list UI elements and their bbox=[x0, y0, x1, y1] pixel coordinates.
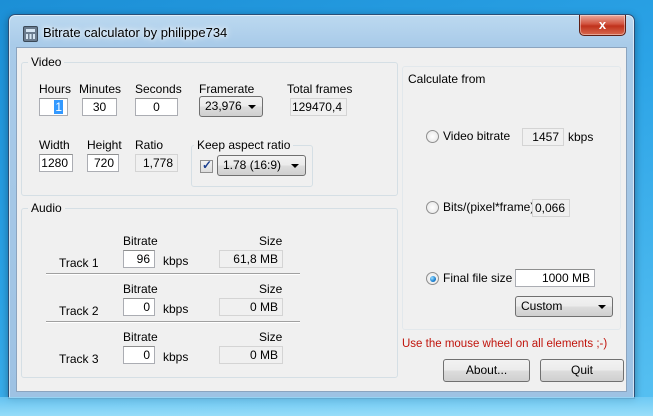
track2-kbps-unit: kbps bbox=[163, 302, 189, 316]
calculate-from-group: Calculate from Video bitrate 1457 kbps B… bbox=[402, 66, 621, 330]
close-button[interactable]: x bbox=[579, 15, 626, 36]
track2-label: Track 2 bbox=[59, 304, 99, 318]
video-bitrate-value: 1457 bbox=[522, 128, 564, 146]
track3-bitrate-header: Bitrate bbox=[123, 330, 158, 344]
track-divider bbox=[46, 321, 300, 323]
quit-button[interactable]: Quit bbox=[540, 359, 624, 382]
minutes-input[interactable]: 30 bbox=[82, 98, 117, 116]
window-title: Bitrate calculator by philippe734 bbox=[43, 25, 228, 40]
audio-group: Audio Bitrate Size Track 1 96 kbps 61,8 … bbox=[21, 201, 398, 378]
keep-aspect-label: Keep aspect ratio bbox=[194, 138, 294, 152]
video-bitrate-unit: kbps bbox=[568, 130, 594, 144]
aspect-ratio-select[interactable]: 1.78 (16:9) bbox=[217, 155, 306, 176]
track2-bitrate-header: Bitrate bbox=[123, 282, 158, 296]
final-file-size-label[interactable]: Final file size bbox=[443, 271, 512, 285]
track1-bitrate-input[interactable]: 96 bbox=[123, 250, 155, 268]
framerate-select[interactable]: 23,976 bbox=[199, 96, 263, 117]
chevron-down-icon bbox=[248, 105, 256, 109]
hours-label: Hours bbox=[39, 82, 72, 96]
seconds-input[interactable]: 0 bbox=[135, 98, 178, 116]
audio-group-label: Audio bbox=[28, 201, 65, 215]
seconds-label: Seconds bbox=[135, 82, 182, 96]
mouse-wheel-hint: Use the mouse wheel on all elements ;-) bbox=[402, 338, 608, 350]
total-frames-label: Total frames bbox=[287, 82, 353, 96]
track1-size-value: 61,8 MB bbox=[219, 250, 283, 268]
final-file-size-radio[interactable] bbox=[426, 272, 439, 285]
hours-input[interactable]: 1 bbox=[39, 98, 68, 116]
height-label: Height bbox=[87, 138, 122, 152]
bits-per-pixel-label[interactable]: Bits/(pixel*frame) bbox=[443, 200, 534, 214]
video-group-label: Video bbox=[28, 55, 65, 69]
chevron-down-icon bbox=[291, 164, 299, 168]
bits-per-pixel-value: 0,066 bbox=[532, 199, 570, 217]
height-input[interactable]: 720 bbox=[87, 154, 119, 172]
keep-aspect-group: Keep aspect ratio ✓ 1.78 (16:9) bbox=[191, 138, 313, 187]
track1-label: Track 1 bbox=[59, 256, 99, 270]
track1-bitrate-header: Bitrate bbox=[123, 234, 158, 248]
width-label: Width bbox=[39, 138, 70, 152]
track2-bitrate-input[interactable]: 0 bbox=[123, 298, 155, 316]
bits-per-pixel-radio[interactable] bbox=[426, 201, 439, 214]
aspect-ratio-value: 1.78 (16:9) bbox=[223, 158, 282, 172]
video-group: Video Hours 1 Minutes 30 Seconds 0 Frame… bbox=[21, 55, 398, 196]
calculate-from-label: Calculate from bbox=[408, 72, 486, 86]
about-button[interactable]: About... bbox=[443, 359, 530, 382]
framerate-label: Framerate bbox=[199, 82, 255, 96]
client-area: Video Hours 1 Minutes 30 Seconds 0 Frame… bbox=[16, 47, 627, 392]
track3-label: Track 3 bbox=[59, 352, 99, 366]
minutes-label: Minutes bbox=[79, 82, 122, 96]
track1-size-header: Size bbox=[259, 234, 283, 248]
final-file-size-input[interactable]: 1000 MB bbox=[515, 269, 595, 287]
track3-size-value: 0 MB bbox=[219, 346, 283, 364]
track3-kbps-unit: kbps bbox=[163, 350, 189, 364]
track2-size-value: 0 MB bbox=[219, 298, 283, 316]
width-input[interactable]: 1280 bbox=[39, 154, 73, 172]
video-bitrate-radio[interactable] bbox=[426, 130, 439, 143]
track3-bitrate-input[interactable]: 0 bbox=[123, 346, 155, 364]
app-window: Bitrate calculator by philippe734 x Vide… bbox=[8, 14, 635, 399]
track3-size-header: Size bbox=[259, 330, 283, 344]
ratio-value: 1,778 bbox=[135, 154, 178, 172]
ratio-label: Ratio bbox=[135, 138, 164, 152]
track2-size-header: Size bbox=[259, 282, 283, 296]
track1-kbps-unit: kbps bbox=[163, 254, 189, 268]
size-unit-value: Custom bbox=[521, 299, 563, 313]
final-file-size-unit: MB bbox=[572, 271, 590, 285]
check-icon: ✓ bbox=[202, 158, 213, 172]
keep-aspect-checkbox[interactable]: ✓ bbox=[200, 158, 213, 173]
chevron-down-icon bbox=[598, 305, 606, 309]
size-unit-select[interactable]: Custom bbox=[515, 296, 613, 317]
track-divider bbox=[46, 273, 300, 275]
total-frames-value: 129470,4 bbox=[290, 98, 347, 116]
final-file-size-value: 1000 bbox=[541, 271, 569, 285]
hours-value: 1 bbox=[54, 100, 63, 114]
calculator-icon bbox=[23, 26, 38, 42]
video-bitrate-label[interactable]: Video bitrate bbox=[443, 129, 510, 143]
desktop-background bbox=[0, 397, 653, 416]
framerate-value: 23,976 bbox=[205, 99, 242, 113]
